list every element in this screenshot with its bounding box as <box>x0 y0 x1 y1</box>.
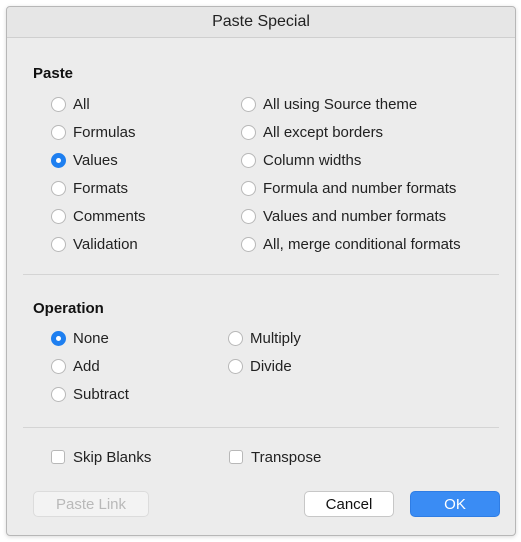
radio-paste-comments[interactable]: Comments <box>51 205 146 227</box>
radio-button[interactable] <box>51 208 66 224</box>
radio-button[interactable] <box>241 180 256 196</box>
radio-label: Validation <box>73 235 138 253</box>
radio-paste-column-widths[interactable]: Column widths <box>241 149 361 171</box>
checkbox-box[interactable] <box>51 450 65 464</box>
section-divider <box>23 427 499 428</box>
radio-button[interactable] <box>51 236 66 252</box>
radio-operation-none[interactable]: None <box>51 327 109 349</box>
radio-label: None <box>73 329 109 347</box>
paste-special-dialog: Paste Special Paste All Formulas Values … <box>6 6 516 536</box>
radio-label: Formats <box>73 179 129 197</box>
section-divider <box>23 274 499 275</box>
checkbox-transpose[interactable]: Transpose <box>229 446 321 468</box>
radio-button[interactable] <box>51 386 66 402</box>
radio-button[interactable] <box>241 208 256 224</box>
radio-label: Formulas <box>73 123 136 141</box>
radio-paste-all-source-theme[interactable]: All using Source theme <box>241 93 417 115</box>
radio-button[interactable] <box>241 96 256 112</box>
checkbox-skip-blanks[interactable]: Skip Blanks <box>51 446 151 468</box>
radio-label: Subtract <box>73 385 129 403</box>
radio-paste-values-number-formats[interactable]: Values and number formats <box>241 205 446 227</box>
radio-button[interactable] <box>51 96 66 112</box>
radio-label: Values <box>73 151 118 169</box>
paste-link-button[interactable]: Paste Link <box>33 491 149 517</box>
background-window-text: · ·· ···· · ········ · ··· ········ · · … <box>14 0 204 5</box>
radio-button[interactable] <box>241 124 256 140</box>
radio-label: Formula and number formats <box>263 179 457 197</box>
dialog-titlebar: Paste Special <box>7 7 515 38</box>
radio-button[interactable] <box>241 152 256 168</box>
ok-button[interactable]: OK <box>410 491 500 517</box>
radio-label: Add <box>73 357 100 375</box>
radio-paste-values[interactable]: Values <box>51 149 118 171</box>
dialog-title: Paste Special <box>212 13 310 30</box>
radio-button[interactable] <box>228 330 243 346</box>
radio-label: Comments <box>73 207 146 225</box>
radio-paste-all-except-borders[interactable]: All except borders <box>241 121 383 143</box>
radio-paste-formula-number-formats[interactable]: Formula and number formats <box>241 177 456 199</box>
radio-button[interactable] <box>241 236 256 252</box>
paste-section-heading: Paste <box>33 65 74 82</box>
radio-paste-merge-conditional-formats[interactable]: All, merge conditional formats <box>241 233 461 255</box>
radio-label: All except borders <box>263 123 384 141</box>
cancel-button[interactable]: Cancel <box>304 491 394 517</box>
radio-operation-subtract[interactable]: Subtract <box>51 383 129 405</box>
radio-button-selected[interactable] <box>51 152 66 168</box>
radio-paste-formats[interactable]: Formats <box>51 177 128 199</box>
radio-operation-add[interactable]: Add <box>51 355 100 377</box>
radio-label: All <box>73 95 90 113</box>
radio-button[interactable] <box>228 358 243 374</box>
radio-label: Divide <box>250 357 292 375</box>
radio-label: Values and number formats <box>263 207 447 225</box>
radio-label: All using Source theme <box>263 95 418 113</box>
radio-button-selected[interactable] <box>51 330 66 346</box>
radio-operation-multiply[interactable]: Multiply <box>228 327 301 349</box>
radio-label: All, merge conditional formats <box>263 235 461 253</box>
radio-paste-validation[interactable]: Validation <box>51 233 138 255</box>
checkbox-label: Transpose <box>251 448 322 466</box>
radio-button[interactable] <box>51 180 66 196</box>
checkbox-box[interactable] <box>229 450 243 464</box>
operation-section-heading: Operation <box>33 300 104 317</box>
radio-button[interactable] <box>51 124 66 140</box>
radio-operation-divide[interactable]: Divide <box>228 355 292 377</box>
checkbox-label: Skip Blanks <box>73 448 152 466</box>
radio-label: Column widths <box>263 151 362 169</box>
radio-paste-all[interactable]: All <box>51 93 90 115</box>
radio-label: Multiply <box>250 329 301 347</box>
radio-paste-formulas[interactable]: Formulas <box>51 121 136 143</box>
radio-button[interactable] <box>51 358 66 374</box>
